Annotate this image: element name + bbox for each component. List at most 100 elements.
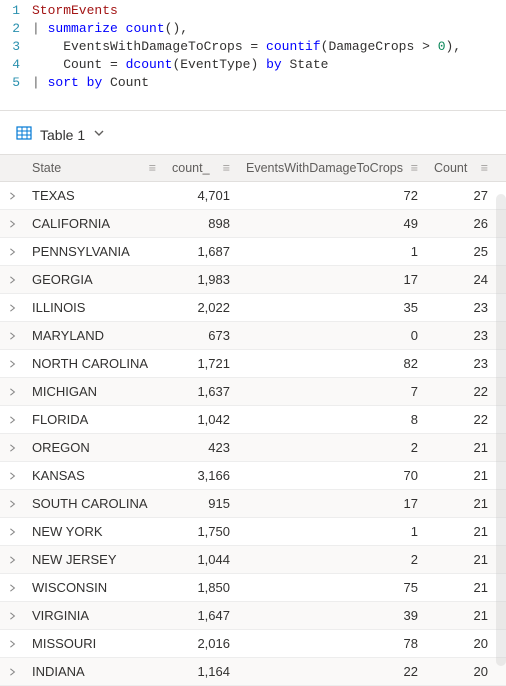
table-row[interactable]: KANSAS3,1667021 [0,462,506,490]
table-row[interactable]: VIRGINIA1,6473921 [0,602,506,630]
table-row[interactable]: PENNSYLVANIA1,687125 [0,238,506,266]
line-number: 2 [0,20,32,38]
expand-row-icon[interactable] [0,182,24,209]
cell-state: FLORIDA [24,406,164,433]
expand-row-icon[interactable] [0,630,24,657]
cell-state: TEXAS [24,182,164,209]
table-row[interactable]: NEW YORK1,750121 [0,518,506,546]
line-number: 1 [0,2,32,20]
cell-events-damage: 39 [238,602,426,629]
grid-header-row: State ≡ count_ ≡ EventsWithDamageToCrops… [0,155,506,182]
expand-row-icon[interactable] [0,238,24,265]
cell-count_: 1,687 [164,238,238,265]
table-row[interactable]: GEORGIA1,9831724 [0,266,506,294]
editor-line[interactable]: 2| summarize count(), [0,20,506,38]
cell-events-damage: 70 [238,462,426,489]
table-row[interactable]: MARYLAND673023 [0,322,506,350]
code-content[interactable]: StormEvents [32,2,118,20]
cell-events-damage: 2 [238,434,426,461]
cell-count: 21 [426,518,496,545]
expand-row-icon[interactable] [0,378,24,405]
table-row[interactable]: OREGON423221 [0,434,506,462]
table-row[interactable]: MICHIGAN1,637722 [0,378,506,406]
line-number: 4 [0,56,32,74]
cell-events-damage: 75 [238,574,426,601]
table-row[interactable]: WISCONSIN1,8507521 [0,574,506,602]
code-content[interactable]: EventsWithDamageToCrops = countif(Damage… [32,38,461,56]
column-menu-icon[interactable]: ≡ [411,161,418,175]
table-row[interactable]: ILLINOIS2,0223523 [0,294,506,322]
table-row[interactable]: TEXAS4,7017227 [0,182,506,210]
cell-events-damage: 35 [238,294,426,321]
cell-count: 22 [426,378,496,405]
expand-row-icon[interactable] [0,434,24,461]
table-row[interactable]: SOUTH CAROLINA9151721 [0,490,506,518]
results-grid: State ≡ count_ ≡ EventsWithDamageToCrops… [0,154,506,686]
cell-events-damage: 1 [238,238,426,265]
cell-state: NEW YORK [24,518,164,545]
table-row[interactable]: INDIANA1,1642220 [0,658,506,686]
column-header-count[interactable]: Count ≡ [426,155,496,181]
scrollbar[interactable] [496,194,506,666]
expand-row-icon[interactable] [0,210,24,237]
table-icon [16,125,32,144]
code-content[interactable]: Count = dcount(EventType) by State [32,56,328,74]
expand-row-icon[interactable] [0,266,24,293]
editor-line[interactable]: 5| sort by Count [0,74,506,92]
cell-count: 21 [426,574,496,601]
column-label: EventsWithDamageToCrops [246,161,403,175]
table-row[interactable]: FLORIDA1,042822 [0,406,506,434]
column-label: count_ [172,161,210,175]
cell-count: 21 [426,546,496,573]
cell-count: 21 [426,434,496,461]
chevron-down-icon[interactable] [93,127,105,142]
expand-row-icon[interactable] [0,322,24,349]
column-menu-icon[interactable]: ≡ [149,161,156,175]
editor-line[interactable]: 1StormEvents [0,2,506,20]
table-row[interactable]: CALIFORNIA8984926 [0,210,506,238]
expand-row-icon[interactable] [0,602,24,629]
cell-state: GEORGIA [24,266,164,293]
cell-count: 21 [426,462,496,489]
table-row[interactable]: NORTH CAROLINA1,7218223 [0,350,506,378]
cell-count_: 1,983 [164,266,238,293]
editor-line[interactable]: 3 EventsWithDamageToCrops = countif(Dama… [0,38,506,56]
code-content[interactable]: | sort by Count [32,74,149,92]
cell-events-damage: 17 [238,266,426,293]
cell-count_: 2,022 [164,294,238,321]
cell-count: 23 [426,294,496,321]
expand-row-icon[interactable] [0,574,24,601]
results-tab-bar: Table 1 [0,111,506,154]
cell-state: WISCONSIN [24,574,164,601]
column-header-state[interactable]: State ≡ [24,155,164,181]
cell-state: SOUTH CAROLINA [24,490,164,517]
editor-line[interactable]: 4 Count = dcount(EventType) by State [0,56,506,74]
expand-row-icon[interactable] [0,406,24,433]
expand-row-icon[interactable] [0,490,24,517]
cell-events-damage: 0 [238,322,426,349]
column-menu-icon[interactable]: ≡ [223,161,230,175]
line-number: 3 [0,38,32,56]
expand-row-icon[interactable] [0,518,24,545]
cell-count: 22 [426,406,496,433]
cell-events-damage: 8 [238,406,426,433]
expand-row-icon[interactable] [0,658,24,685]
expand-row-icon[interactable] [0,546,24,573]
table-row[interactable]: MISSOURI2,0167820 [0,630,506,658]
column-header-events-damage[interactable]: EventsWithDamageToCrops ≡ [238,155,426,181]
cell-state: INDIANA [24,658,164,685]
tab-table-1[interactable]: Table 1 [40,127,85,143]
cell-state: OREGON [24,434,164,461]
table-row[interactable]: NEW JERSEY1,044221 [0,546,506,574]
column-header-count_[interactable]: count_ ≡ [164,155,238,181]
query-editor[interactable]: 1StormEvents2| summarize count(),3 Event… [0,0,506,111]
expand-row-icon[interactable] [0,462,24,489]
expand-row-icon[interactable] [0,350,24,377]
cell-state: VIRGINIA [24,602,164,629]
expand-row-icon[interactable] [0,294,24,321]
cell-count_: 1,850 [164,574,238,601]
code-content[interactable]: | summarize count(), [32,20,188,38]
cell-count_: 1,750 [164,518,238,545]
column-menu-icon[interactable]: ≡ [481,161,488,175]
cell-events-damage: 2 [238,546,426,573]
